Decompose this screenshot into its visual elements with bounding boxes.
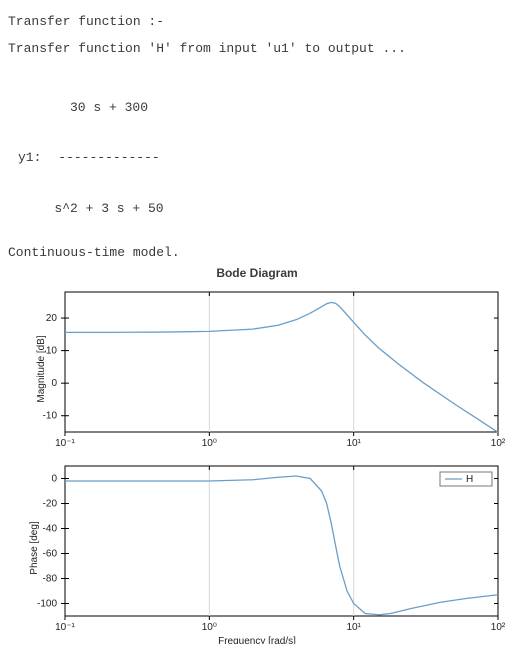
svg-text:10¹: 10¹ (346, 438, 361, 449)
svg-text:0: 0 (51, 473, 57, 484)
svg-text:-40: -40 (43, 523, 58, 534)
tf-output-label: y1: (18, 150, 54, 167)
svg-text:-10: -10 (43, 411, 58, 422)
tf-description: Transfer function 'H' from input 'u1' to… (8, 41, 506, 56)
magnitude-plot: Magnitude [dB] 10⁻¹ 10⁰ 10¹ 10² -10 0 10 20 (10, 284, 506, 454)
ct-model-label: Continuous-time model. (8, 245, 506, 260)
svg-text:10²: 10² (491, 622, 506, 633)
heading: Transfer function :- (8, 14, 506, 29)
svg-text:10⁻¹: 10⁻¹ (55, 622, 75, 633)
svg-text:0: 0 (51, 378, 57, 389)
svg-text:-100: -100 (37, 598, 57, 609)
svg-text:-20: -20 (43, 498, 58, 509)
magnitude-ylabel: Magnitude [dB] (36, 335, 47, 402)
tf-expression: 30 s + 300 y1: ------------- s^2 + 3 s +… (18, 66, 506, 235)
tf-numerator: 30 s + 300 (54, 100, 164, 117)
svg-text:10⁻¹: 10⁻¹ (55, 438, 75, 449)
svg-text:-80: -80 (43, 573, 58, 584)
chart-title: Bode Diagram (8, 266, 506, 280)
svg-text:10⁰: 10⁰ (202, 438, 217, 449)
svg-text:10¹: 10¹ (346, 622, 361, 633)
svg-text:10⁰: 10⁰ (202, 622, 217, 633)
svg-text:20: 20 (46, 313, 58, 324)
svg-text:10: 10 (46, 346, 58, 357)
phase-ylabel: Phase [deg] (29, 521, 40, 574)
svg-text:-60: -60 (43, 548, 58, 559)
svg-text:10²: 10² (491, 438, 506, 449)
phase-plot: Phase [deg] 10⁻¹ 10⁰ 10¹ 10² -100 -80 -60 -40 -2… (10, 458, 506, 638)
tf-denominator: s^2 + 3 s + 50 (54, 201, 164, 218)
svg-text:H: H (466, 474, 473, 485)
tf-divider: ------------- (54, 150, 164, 167)
